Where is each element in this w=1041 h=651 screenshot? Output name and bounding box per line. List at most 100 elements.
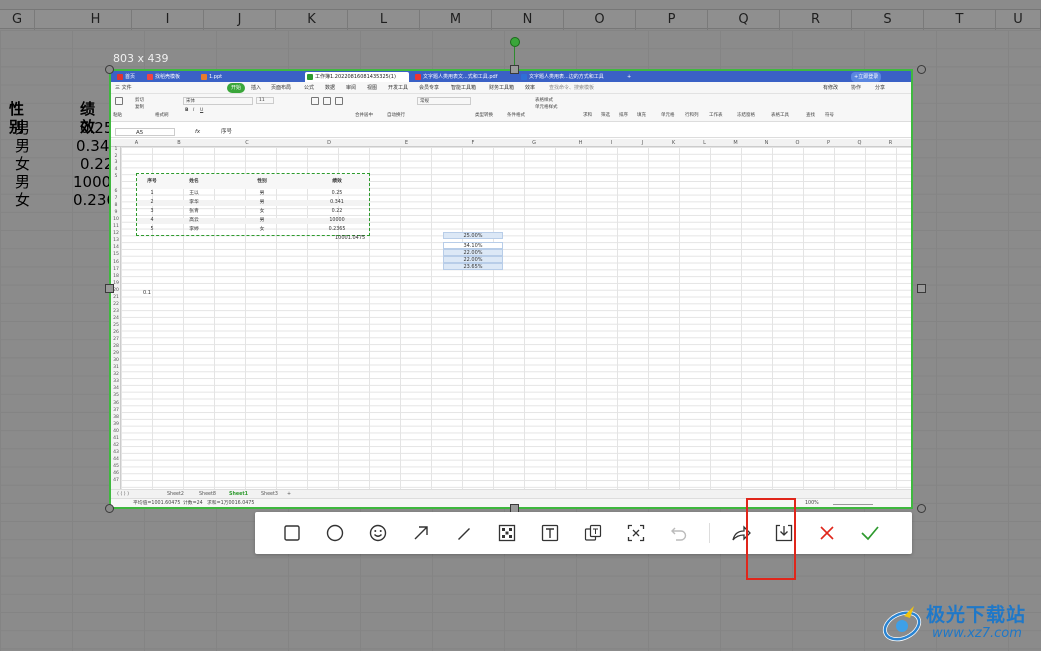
row-header[interactable]: 31 (111, 365, 121, 370)
resize-handle-right[interactable] (917, 284, 926, 293)
row-header[interactable]: 33 (111, 379, 121, 384)
row-header[interactable]: 15 (111, 252, 121, 257)
cell-reference-box[interactable]: A5 (115, 128, 175, 136)
collaborate-button[interactable]: 协作 (851, 83, 861, 93)
cancel-button[interactable] (814, 520, 840, 546)
row-header[interactable]: 43 (111, 450, 121, 455)
tab-ppt[interactable]: 1.ppt (199, 72, 299, 82)
tab-doc[interactable]: 文字题人类用表...边的方式和工具 (519, 72, 623, 82)
menu-finance-tools[interactable]: 财务工具箱 (489, 83, 514, 93)
row-header[interactable]: 10 (111, 217, 121, 222)
modified-indicator[interactable]: 有修改 (823, 83, 838, 93)
row-header[interactable]: 37 (111, 408, 121, 413)
resize-handle-left[interactable] (105, 284, 114, 293)
fx-icon[interactable]: fx (195, 128, 200, 137)
col-header-l[interactable]: L (689, 139, 720, 147)
tab-templates[interactable]: 找稻壳模板 (145, 72, 197, 82)
formula-input[interactable]: 序号 (221, 128, 232, 137)
ellipse-tool-button[interactable] (322, 520, 348, 546)
sum-cell[interactable]: 10001.0475 (335, 235, 365, 241)
emoji-tool-button[interactable] (365, 520, 391, 546)
percent-cell[interactable]: 22.00% (443, 249, 503, 256)
row-header[interactable]: 23 (111, 309, 121, 314)
row-header[interactable]: 22 (111, 302, 121, 307)
row-header[interactable]: 1 (111, 147, 121, 152)
col-header-b[interactable]: B (152, 139, 206, 147)
sum-button[interactable]: 求和 (583, 112, 592, 118)
table-style-button[interactable]: 表格样式 (535, 97, 553, 103)
resize-handle-top[interactable] (510, 65, 519, 74)
row-header[interactable]: 4 (111, 167, 121, 172)
number-format-select[interactable]: 常规 (417, 97, 471, 105)
table-row[interactable]: 5 李婷 女 0.2365 (137, 227, 369, 233)
row-header[interactable]: 11 (111, 224, 121, 229)
command-search[interactable]: 查找命令、搜索模板 (549, 83, 594, 93)
cell-style-button[interactable]: 单元格样式 (535, 104, 558, 110)
rotate-handle[interactable] (510, 37, 520, 47)
align-top-icon[interactable] (311, 97, 319, 105)
menu-smart-tools[interactable]: 智能工具箱 (451, 83, 476, 93)
merge-center-button[interactable]: 合并居中 (355, 112, 373, 118)
row-header[interactable]: 26 (111, 330, 121, 335)
menu-home[interactable]: 开始 (227, 83, 246, 93)
font-name-select[interactable]: 宋体 (183, 97, 253, 105)
row-header[interactable]: 29 (111, 351, 121, 356)
row-header[interactable]: 28 (111, 344, 121, 349)
menu-formula[interactable]: 公式 (304, 83, 314, 93)
mosaic-tool-button[interactable] (494, 520, 520, 546)
col-header-j[interactable]: J (627, 139, 658, 147)
align-middle-icon[interactable] (323, 97, 331, 105)
pen-tool-button[interactable] (451, 520, 477, 546)
row-header[interactable]: 42 (111, 443, 121, 448)
row-header[interactable]: 17 (111, 267, 121, 272)
sheet-area[interactable]: A B C D E F G H I J K L M N O P Q R 1234… (111, 139, 911, 489)
bold-button[interactable]: B (185, 108, 188, 113)
col-header-f[interactable]: F (443, 139, 503, 147)
row-header[interactable]: 24 (111, 316, 121, 321)
row-header[interactable]: 36 (111, 401, 121, 406)
capture-region[interactable]: 首页 找稻壳模板 1.ppt 工作簿1.20220816081435325(1)… (109, 69, 913, 509)
wrap-text-button[interactable]: 自动换行 (387, 112, 405, 118)
ocr-tool-button[interactable] (623, 520, 649, 546)
freeze-panes-button[interactable]: 冻结窗格 (737, 112, 755, 118)
menu-member[interactable]: 会员专享 (419, 83, 439, 93)
resize-handle-top-right[interactable] (917, 65, 926, 74)
col-header-o[interactable]: O (782, 139, 813, 147)
tab-pdf[interactable]: 文字题人类用表文...式和工具.pdf (413, 72, 517, 82)
row-header[interactable]: 35 (111, 393, 121, 398)
row-header[interactable]: 45 (111, 464, 121, 469)
row-header[interactable]: 40 (111, 429, 121, 434)
row-header[interactable]: 46 (111, 471, 121, 476)
small-value-cell[interactable]: 0.1 (143, 290, 151, 296)
cut-button[interactable]: 剪切 (135, 97, 144, 103)
percent-cell[interactable]: 22.00% (443, 256, 503, 263)
font-size-select[interactable]: 11 (256, 97, 274, 104)
row-header[interactable]: 6 (111, 189, 121, 194)
menu-efficiency[interactable]: 效率 (525, 83, 535, 93)
col-header-g[interactable]: G (503, 139, 565, 147)
filter-button[interactable]: 筛选 (601, 112, 610, 118)
row-header[interactable]: 8 (111, 203, 121, 208)
row-header[interactable]: 30 (111, 358, 121, 363)
table-row[interactable]: 2 李华 男 0.341 (137, 200, 369, 206)
row-header[interactable]: 14 (111, 245, 121, 250)
row-header[interactable]: 9 (111, 210, 121, 215)
percent-cell[interactable]: 23.65% (443, 263, 503, 270)
table-row[interactable]: 3 张青 女 0.22 (137, 209, 369, 215)
login-button[interactable]: +立即登录 (851, 72, 881, 82)
zoom-level[interactable]: 100% (805, 500, 819, 507)
row-header[interactable]: 27 (111, 337, 121, 342)
menu-page-layout[interactable]: 页面布局 (271, 83, 291, 93)
tab-home[interactable]: 首页 (115, 72, 143, 82)
row-header[interactable]: 16 (111, 260, 121, 265)
resize-handle-bottom-right[interactable] (917, 504, 926, 513)
type-convert-button[interactable]: 类型转换 (475, 112, 493, 118)
arrow-tool-button[interactable] (408, 520, 434, 546)
col-header-m[interactable]: M (720, 139, 751, 147)
cell-button[interactable]: 单元格 (661, 112, 675, 118)
col-header-p[interactable]: P (813, 139, 844, 147)
rows-columns-button[interactable]: 行和列 (685, 112, 699, 118)
translate-tool-button[interactable] (580, 520, 606, 546)
new-tab-plus-icon[interactable]: + (625, 72, 635, 82)
resize-handle-bottom-left[interactable] (105, 504, 114, 513)
